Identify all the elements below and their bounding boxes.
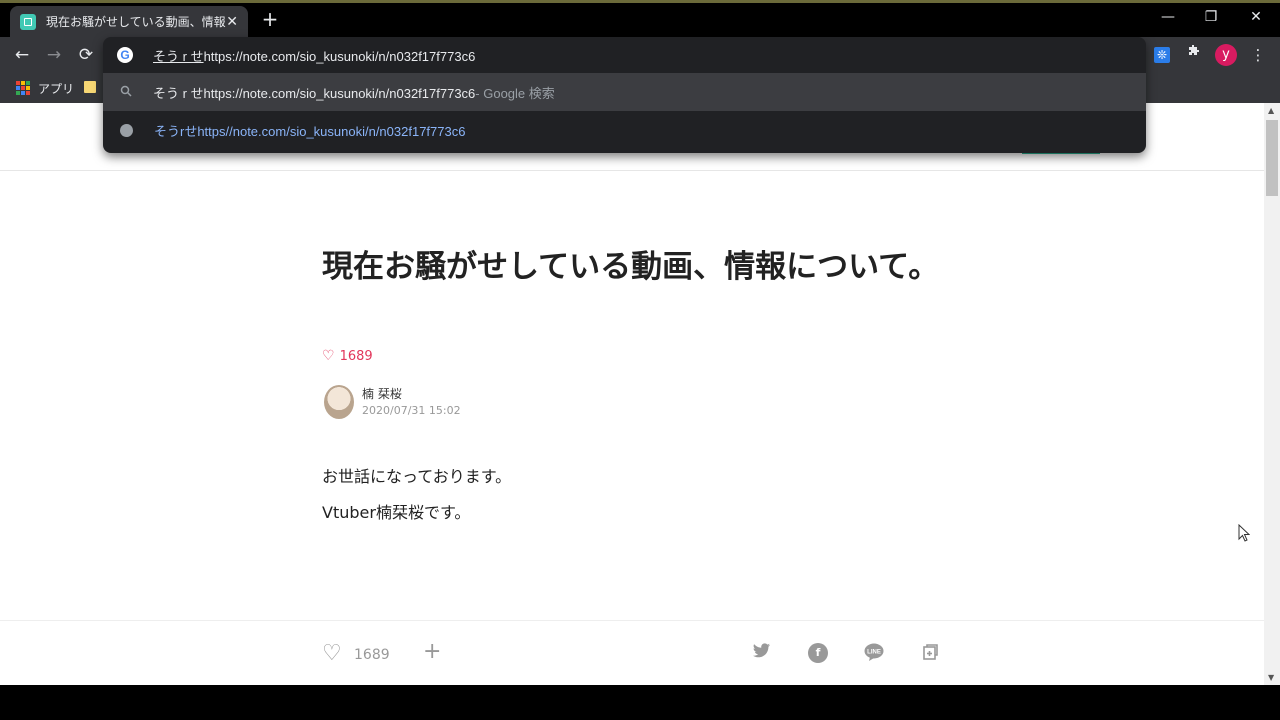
forward-button[interactable]: → xyxy=(43,44,65,66)
apps-label[interactable]: アプリ xyxy=(38,80,74,97)
like-count[interactable]: ♡ 1689 xyxy=(322,348,373,364)
twitter-icon[interactable] xyxy=(752,643,772,663)
mouse-cursor-icon xyxy=(1238,524,1250,542)
omnibox-suggestion-search[interactable]: そう r せhttps://note.com/sio_kusunoki/n/n0… xyxy=(103,73,1146,111)
suggestion-desc-text: - Google 検索 xyxy=(475,85,555,101)
article-title: 現在お騒がせしている動画、情報について。 xyxy=(322,249,940,285)
author-avatar[interactable] xyxy=(324,385,354,419)
puzzle-icon[interactable] xyxy=(1183,44,1205,66)
svg-text:LINE: LINE xyxy=(867,650,881,656)
note-favicon-icon xyxy=(20,13,36,30)
google-icon: G xyxy=(117,47,133,63)
add-to-magazine-button[interactable]: + xyxy=(423,639,441,664)
reload-button[interactable]: ⟳ xyxy=(75,44,97,66)
omnibox-typed-url: https://note.com/sio_kusunoki/n/n032f17f… xyxy=(203,48,476,64)
tab-title: 現在お騒がせしている動画、情報について xyxy=(46,15,226,29)
omnibox-text[interactable]: そう r せhttps://note.com/sio_kusunoki/n/n0… xyxy=(153,46,475,65)
page-scrollbar[interactable]: ▲ ▼ xyxy=(1264,103,1280,685)
bookmark-folder-icon[interactable] xyxy=(84,81,96,93)
suggestion-main-text: そう r せhttps://note.com/sio_kusunoki/n/n0… xyxy=(153,85,476,101)
footer-like-count: 1689 xyxy=(354,647,390,663)
tab-strip: 現在お騒がせしている動画、情報について ✕ + — ❐ ✕ xyxy=(0,3,1280,37)
author-name[interactable]: 楠 栞桜 xyxy=(362,385,402,402)
scroll-down-arrow-icon[interactable]: ▼ xyxy=(1268,673,1274,682)
suggestion-link-text: そうrせhttps//note.com/sio_kusunoki/n/n032f… xyxy=(154,123,466,139)
restore-button[interactable]: ❐ xyxy=(1201,9,1221,25)
publish-date: 2020/07/31 15:02 xyxy=(362,404,461,417)
menu-kebab-icon[interactable]: ⋮ xyxy=(1247,44,1269,66)
back-button[interactable]: ← xyxy=(11,44,33,66)
like-count-value: 1689 xyxy=(339,348,373,364)
browser-tab-active[interactable]: 現在お騒がせしている動画、情報について ✕ xyxy=(10,6,248,37)
embed-share-icon[interactable] xyxy=(921,643,941,663)
profile-avatar[interactable]: y xyxy=(1215,44,1237,66)
window-close-button[interactable]: ✕ xyxy=(1246,9,1266,25)
apps-grid-icon[interactable] xyxy=(16,81,30,95)
heart-icon: ♡ xyxy=(322,348,335,364)
article-paragraph: お世話になっております。 xyxy=(322,467,512,486)
globe-icon xyxy=(120,123,133,137)
like-heart-icon[interactable]: ♡ xyxy=(322,641,342,666)
article-paragraph: Vtuber楠栞桜です。 xyxy=(322,503,471,522)
scroll-up-arrow-icon[interactable]: ▲ xyxy=(1268,106,1274,115)
snowflake-extension-icon[interactable]: ❊ xyxy=(1154,47,1170,63)
line-icon[interactable]: LINE xyxy=(864,643,884,663)
omnibox-typed-prefix: そう r せ xyxy=(153,48,204,64)
article-action-bar: ♡ 1689 + f LINE xyxy=(0,620,1264,685)
new-tab-button[interactable]: + xyxy=(259,9,281,31)
screen-bottom-border xyxy=(0,685,1280,720)
omnibox-input[interactable]: G そう r せhttps://note.com/sio_kusunoki/n/… xyxy=(103,37,1146,73)
omnibox-suggestion-url[interactable]: そうrせhttps//note.com/sio_kusunoki/n/n032f… xyxy=(103,111,1146,149)
minimize-button[interactable]: — xyxy=(1158,9,1178,25)
search-icon xyxy=(119,85,133,100)
web-page: 現在お騒がせしている動画、情報について。 ♡ 1689 楠 栞桜 2020/07… xyxy=(0,103,1264,685)
omnibox-dropdown: G そう r せhttps://note.com/sio_kusunoki/n/… xyxy=(103,37,1146,153)
facebook-icon[interactable]: f xyxy=(808,643,828,663)
scroll-thumb[interactable] xyxy=(1266,120,1278,196)
tab-close-icon[interactable]: ✕ xyxy=(226,14,238,30)
